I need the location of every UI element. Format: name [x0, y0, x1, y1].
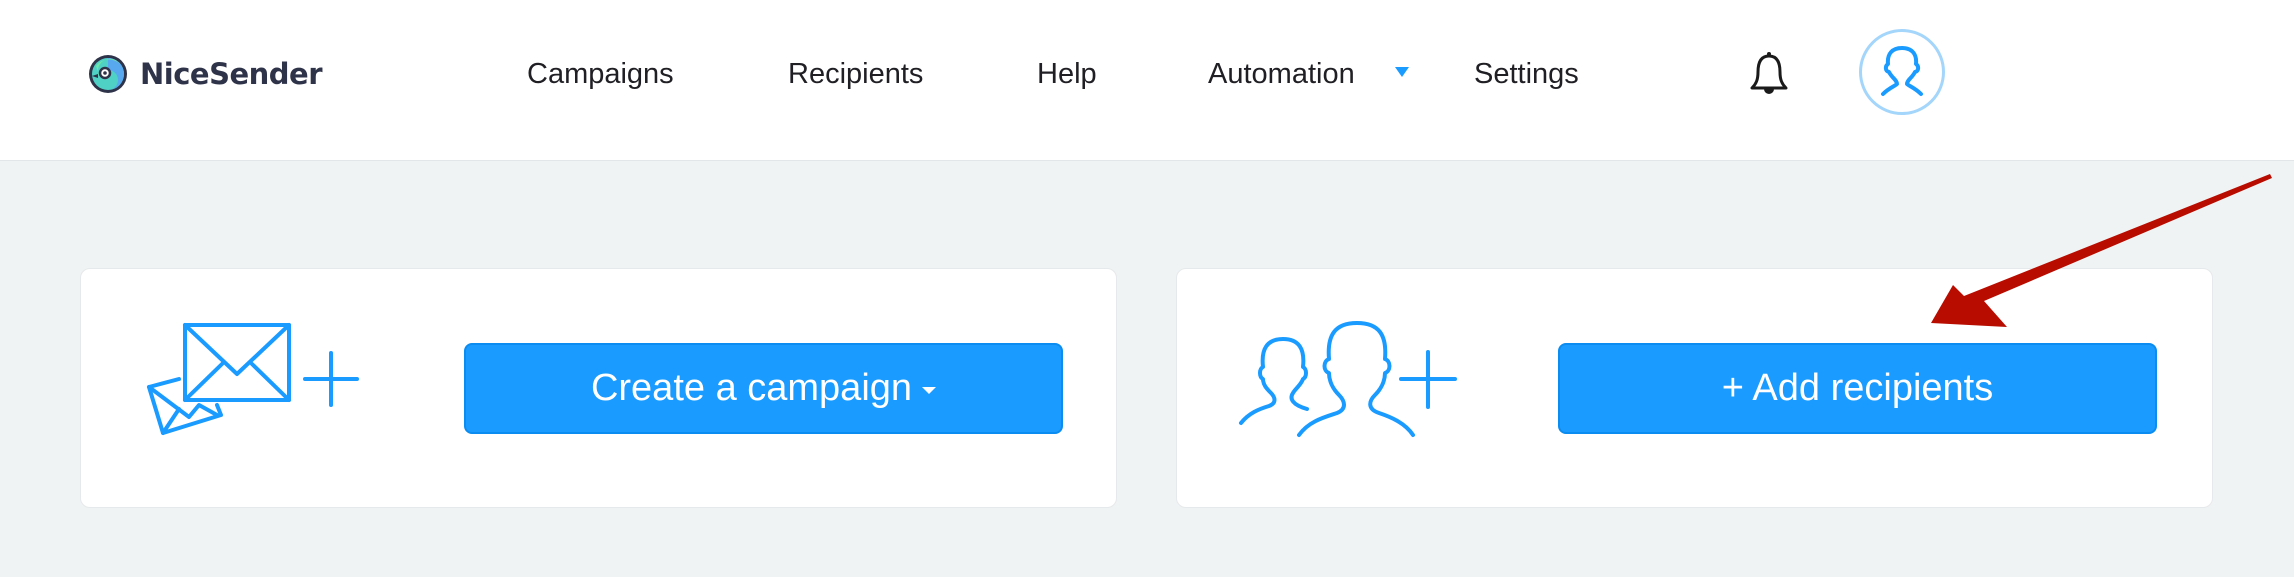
envelopes-plus-icon — [147, 323, 359, 435]
people-plus-icon — [1239, 321, 1457, 437]
brand-name: NiceSender — [140, 57, 323, 91]
top-header: NiceSender Campaigns Recipients Help Aut… — [0, 0, 2294, 161]
brand-logo[interactable]: NiceSender — [86, 52, 323, 96]
create-campaign-dropdown-caret-icon — [922, 387, 937, 394]
nav-recipients[interactable]: Recipients — [788, 56, 923, 92]
bell-icon[interactable] — [1748, 50, 1790, 98]
nav-campaigns[interactable]: Campaigns — [527, 56, 674, 92]
nav-help[interactable]: Help — [1037, 56, 1097, 92]
create-campaign-label: Create a campaign — [590, 367, 913, 409]
nicesender-logo-icon — [89, 55, 127, 93]
create-campaign-card: Create a campaign — [80, 268, 1117, 508]
nav-settings[interactable]: Settings — [1474, 56, 1579, 92]
user-avatar-icon — [1881, 46, 1923, 96]
add-recipients-button[interactable]: + Add recipients — [1558, 343, 2157, 434]
nav-automation[interactable]: Automation — [1208, 56, 1355, 92]
automation-dropdown-caret-icon[interactable] — [1394, 66, 1410, 78]
create-campaign-button[interactable]: Create a campaign — [464, 343, 1063, 434]
add-recipients-label: + Add recipients — [1721, 367, 1994, 409]
add-recipients-card: + Add recipients — [1176, 268, 2213, 508]
user-avatar[interactable] — [1859, 29, 1945, 115]
